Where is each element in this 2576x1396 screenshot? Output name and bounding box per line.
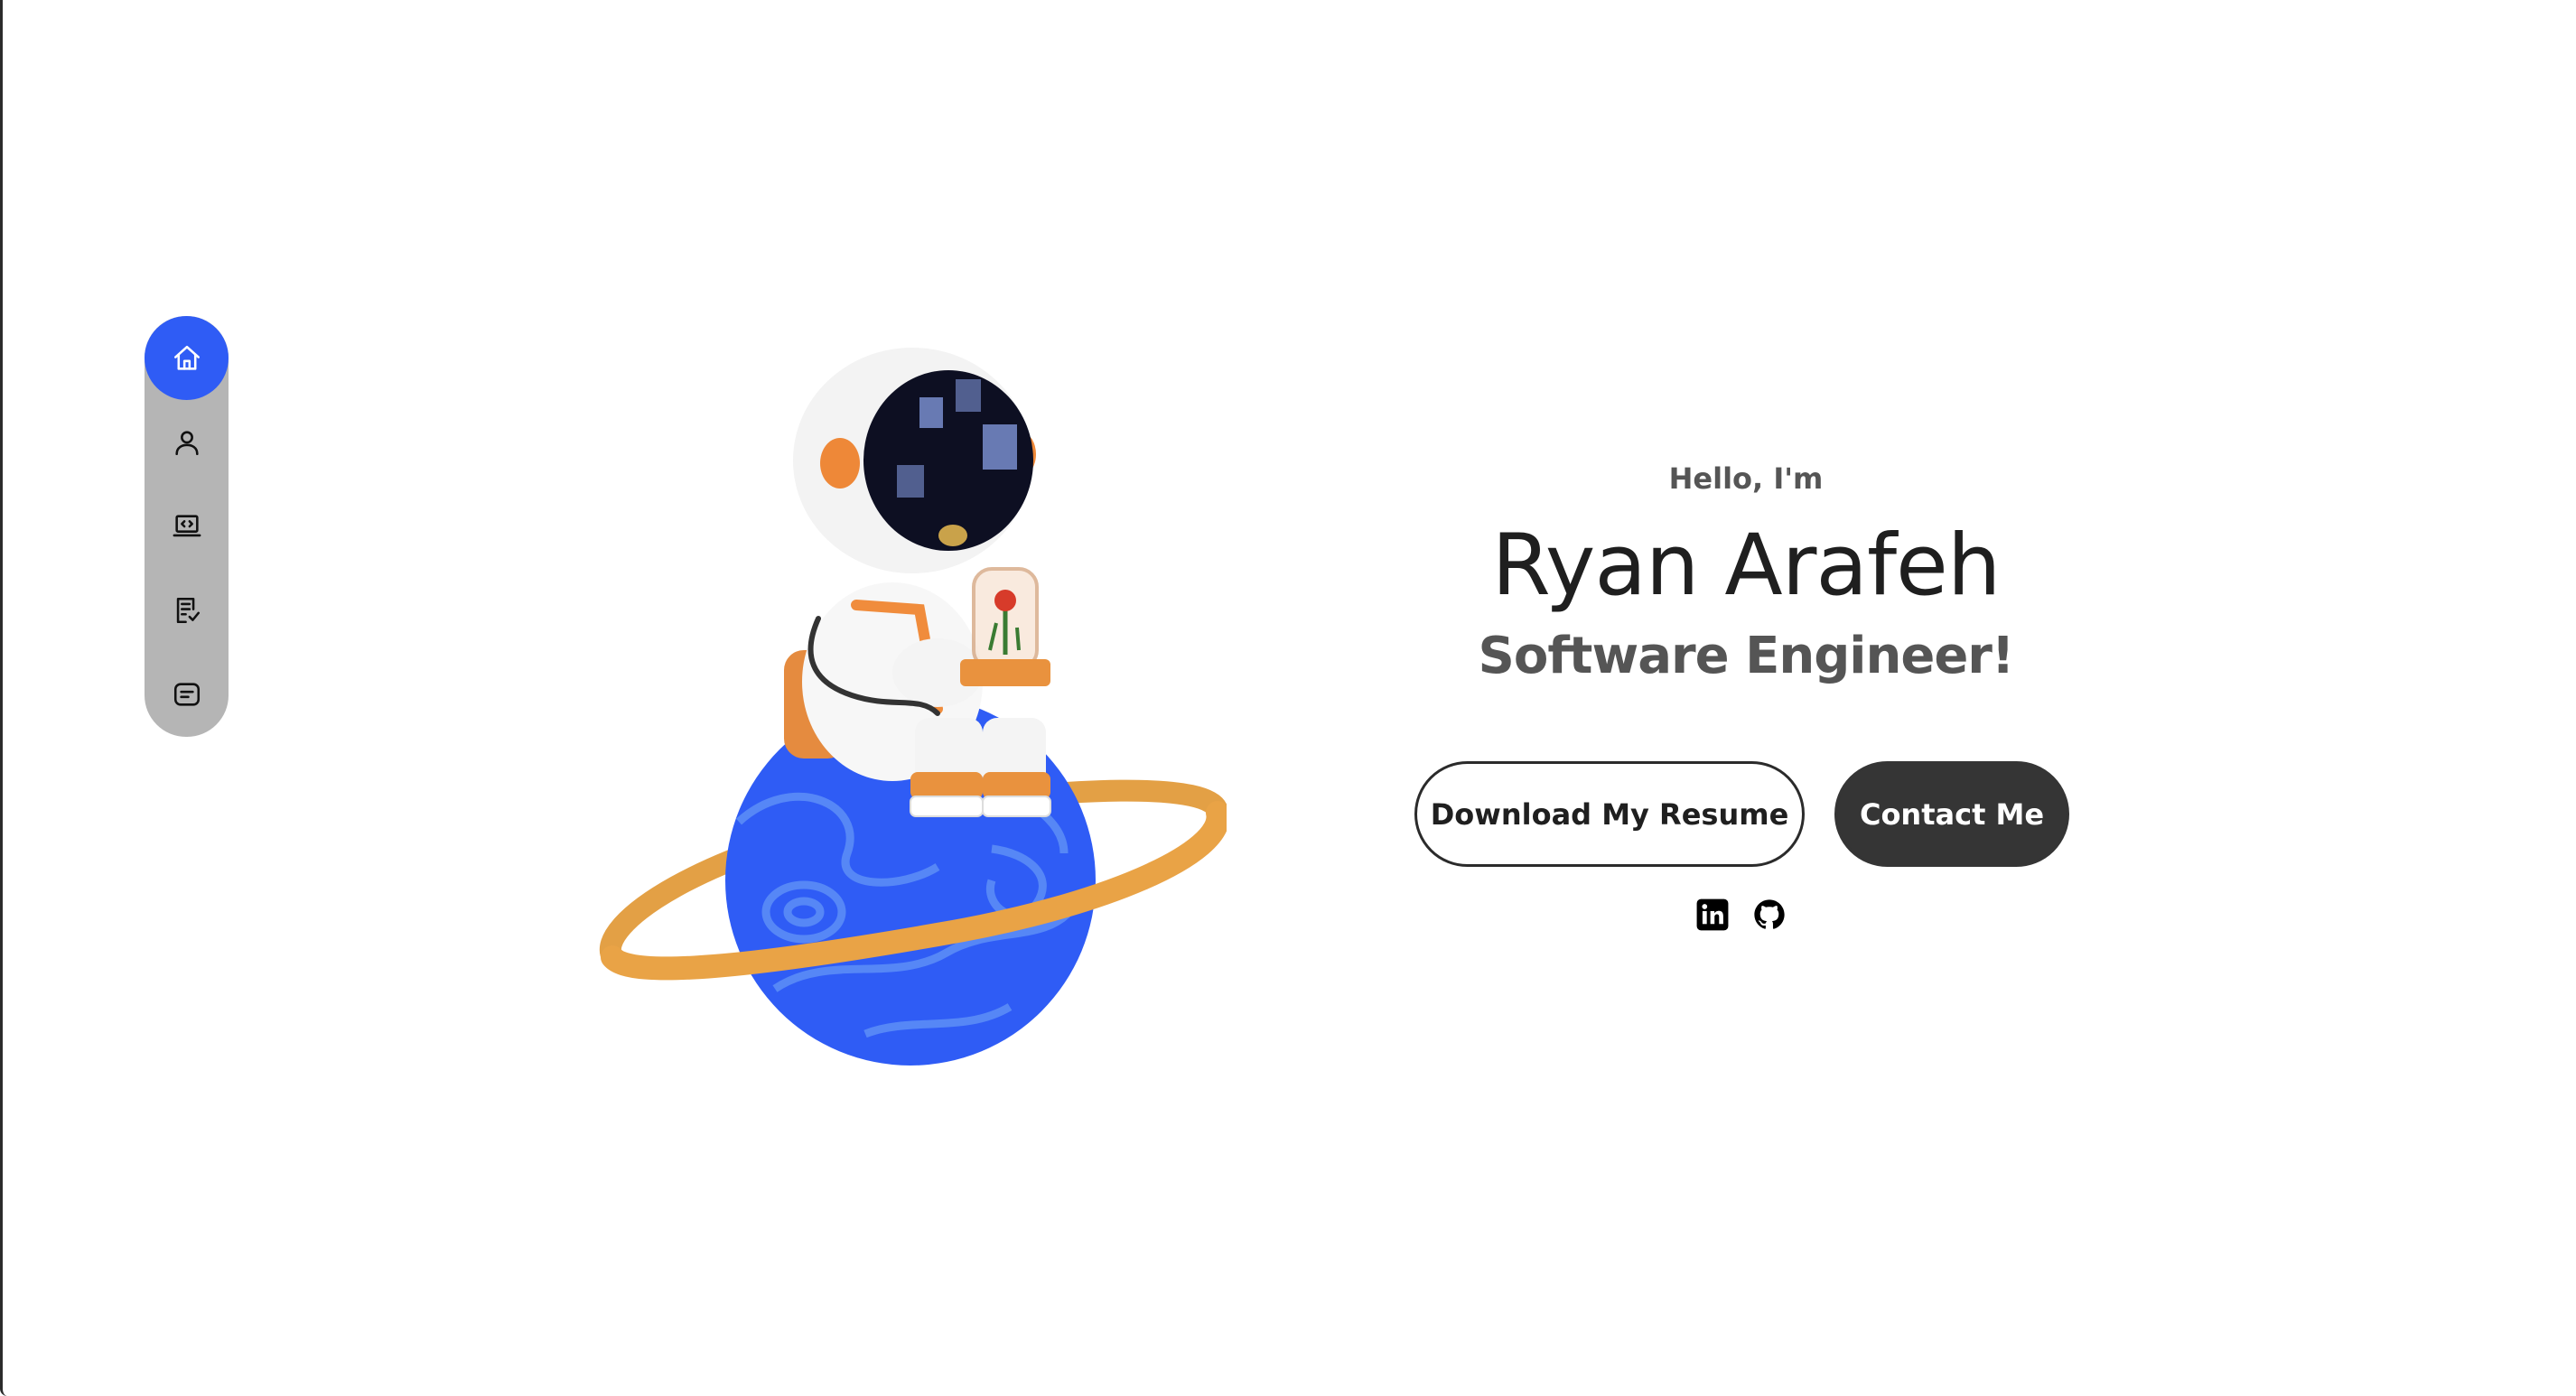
hero-actions: Download My Resume Contact Me [1414, 761, 2083, 867]
home-icon [173, 345, 200, 370]
nav-item-home[interactable] [145, 316, 229, 400]
astronaut-planet-illustration [600, 348, 1227, 1066]
nav-item-about[interactable] [145, 400, 229, 484]
nav-item-experience[interactable] [145, 568, 229, 652]
checklist-icon [176, 597, 200, 623]
github-icon[interactable] [1752, 898, 1787, 932]
nav-item-contact[interactable] [145, 652, 229, 736]
laptop-code-icon [173, 514, 201, 536]
social-links [1695, 898, 1795, 934]
user-icon [174, 430, 199, 455]
greeting-text: Hello, I'm [1668, 461, 1824, 496]
name-heading: Ryan Arafeh [1491, 517, 2002, 615]
nav-item-projects[interactable] [145, 484, 229, 568]
message-icon [173, 682, 200, 706]
hero-section: Hello, I'm Ryan Arafeh Software Engineer… [1412, 456, 2080, 693]
role-subtitle: Software Engineer! [1478, 627, 2015, 685]
linkedin-icon[interactable] [1695, 898, 1730, 932]
side-nav [145, 316, 229, 737]
page: Hello, I'm Ryan Arafeh Software Engineer… [0, 0, 2576, 1396]
download-resume-button[interactable]: Download My Resume [1414, 761, 1805, 867]
contact-me-button[interactable]: Contact Me [1834, 761, 2069, 867]
